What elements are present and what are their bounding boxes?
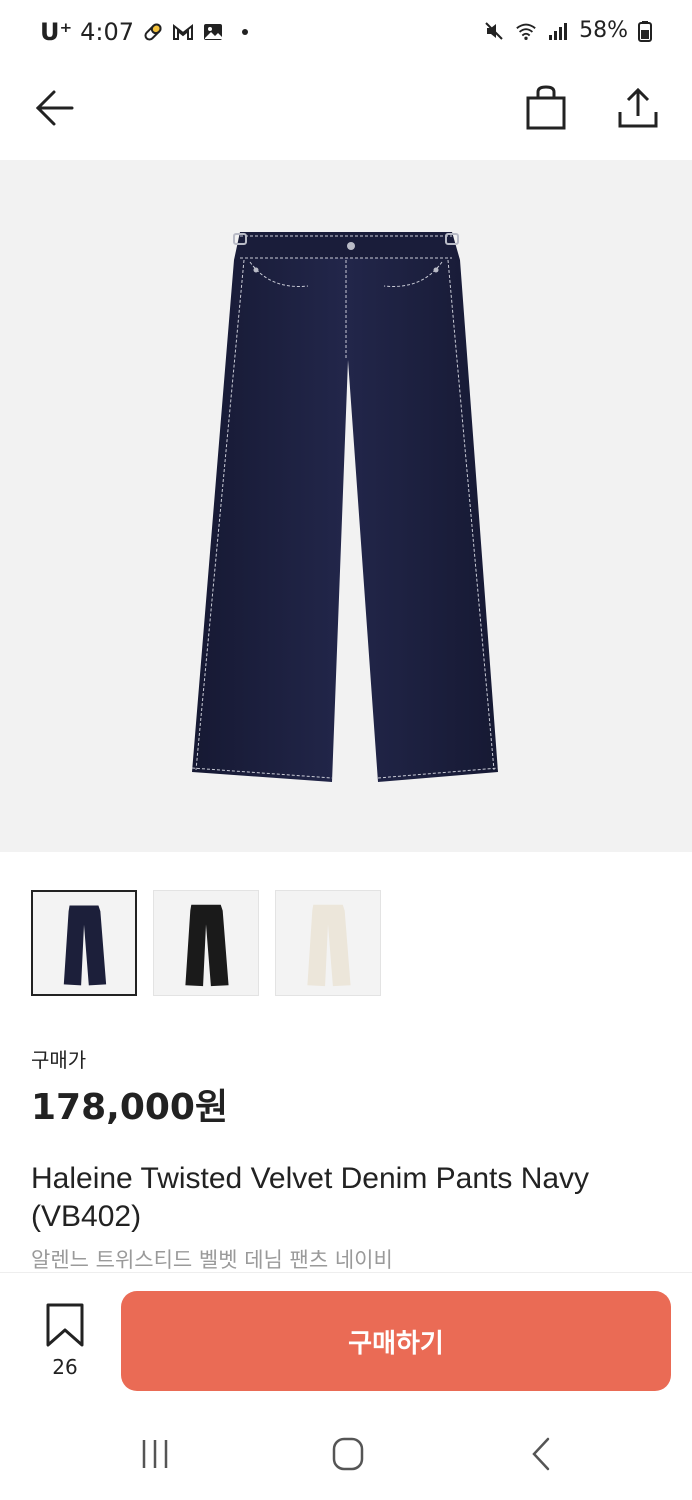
product-subtitle: 알렌느 트위스티드 벨벳 데님 팬츠 네이비: [31, 1248, 393, 1272]
thumbnail-cream[interactable]: [275, 890, 381, 996]
bottom-action-bar: 26 구매하기: [0, 1272, 692, 1409]
gallery-icon: [204, 24, 223, 40]
product-image[interactable]: [0, 160, 692, 852]
app-bar: [0, 66, 692, 160]
product-title: Haleine Twisted Velvet Denim Pants Navy …: [31, 1162, 590, 1233]
color-thumbnails: [31, 890, 381, 996]
navy-pants-thumb: [63, 905, 107, 986]
price-value: 178,000원: [31, 1087, 229, 1128]
carrier-label: U⁺: [40, 18, 73, 46]
bookmark-button[interactable]: 26: [34, 1303, 96, 1383]
pants-illustration: [191, 232, 499, 782]
battery-percent: 58%: [579, 18, 628, 43]
thumbnail-navy[interactable]: [31, 890, 137, 996]
thumbnail-black[interactable]: [153, 890, 259, 996]
black-pants-thumb: [185, 904, 229, 987]
wifi-icon: [516, 23, 536, 40]
cream-pants-thumb: [307, 904, 351, 987]
share-icon[interactable]: [616, 84, 660, 132]
clock: 4:07: [80, 18, 135, 46]
pill-icon: [144, 23, 162, 41]
back-arrow-icon[interactable]: [32, 86, 76, 130]
status-left: U⁺ 4:07: [40, 18, 249, 46]
shopping-bag-icon[interactable]: [524, 84, 568, 132]
recent-apps-icon[interactable]: [136, 1436, 176, 1472]
status-bar: U⁺ 4:07 58%: [0, 0, 692, 66]
bookmark-icon: [46, 1303, 84, 1347]
battery-icon: [638, 20, 652, 42]
signal-icon: [549, 22, 568, 40]
dot-icon: [242, 29, 249, 35]
bookmark-count: 26: [52, 1355, 78, 1379]
home-icon[interactable]: [328, 1436, 368, 1472]
back-icon[interactable]: [524, 1436, 564, 1472]
gmail-icon: [173, 23, 194, 40]
status-right: 58%: [483, 18, 652, 43]
system-nav-bar: [0, 1408, 692, 1500]
price-label: 구매가: [31, 1048, 87, 1072]
buy-button[interactable]: 구매하기: [121, 1291, 671, 1391]
mute-icon: [485, 21, 503, 40]
